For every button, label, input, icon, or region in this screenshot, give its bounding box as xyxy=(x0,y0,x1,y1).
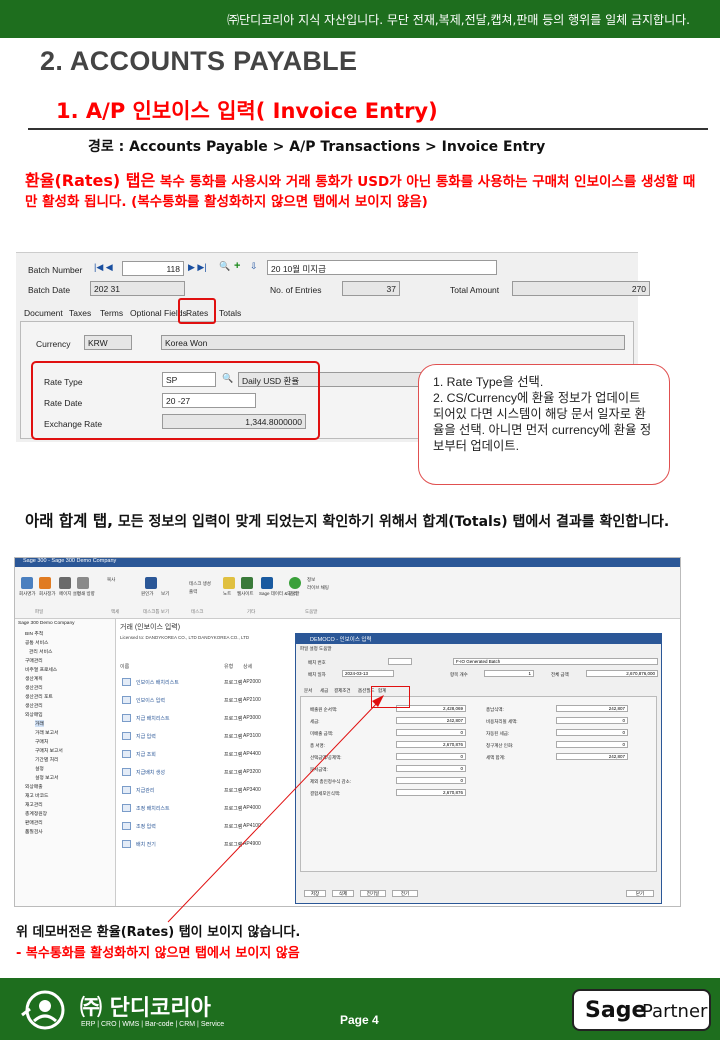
company-tagline: ERP | CRO | WMS | Bar-code | CRM | Servi… xyxy=(81,1021,225,1028)
demo-note-line2: - 복수통화를 활성화하지 않으면 탭에서 보이지 않음 xyxy=(16,946,300,961)
arrow-line xyxy=(167,699,381,923)
partner-logo-text: Partner xyxy=(642,1001,708,1022)
company-logo-text: ㈜ 단디코리아 xyxy=(80,996,211,1021)
page-number: Page 4 xyxy=(340,1013,379,1027)
dandi-logo-icon xyxy=(21,990,65,1030)
pointer-arrow xyxy=(167,695,384,923)
demo-note-line1: 위 데모버전은 환율(Rates) 탭이 보이지 않습니다. xyxy=(16,925,301,940)
sage-logo-text: Sage xyxy=(585,998,647,1023)
arrow-head xyxy=(372,695,384,707)
sage-partner-logo: Sage Partner xyxy=(572,989,711,1031)
